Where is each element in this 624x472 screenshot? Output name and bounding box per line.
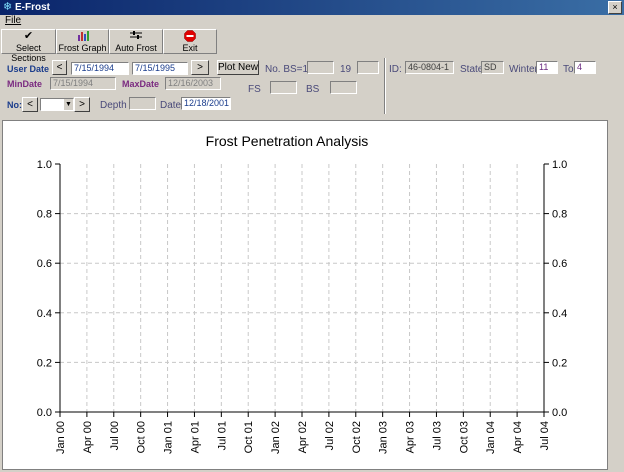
bs-field[interactable] (330, 81, 357, 94)
x-tick-label: Jan 00 (55, 421, 67, 454)
no-bs-label: No. BS=11 (265, 64, 313, 75)
plot-new-button[interactable]: Plot New (217, 60, 259, 75)
y-tick-label-right: 0.6 (552, 258, 567, 270)
x-tick-label: Oct 03 (458, 421, 470, 453)
x-tick-label: Jan 03 (378, 421, 390, 454)
x-tick-label: Apr 00 (82, 421, 94, 453)
x-tick-label: Apr 04 (512, 421, 524, 453)
x-tick-label: Jan 01 (163, 421, 175, 454)
x-tick-label: Oct 01 (243, 421, 255, 453)
depth-label: Depth (100, 100, 127, 111)
frost-chart: Frost Penetration Analysis 0.0 0.0 0.2 0.2 0… (2, 120, 608, 470)
menu-bar: File (0, 15, 624, 28)
y-tick-label-right: 0.0 (552, 407, 567, 419)
app-snowflake-icon: ❄ (3, 1, 13, 13)
to-field[interactable]: 4 (574, 61, 596, 74)
auto-frost-label: Auto Frost (115, 43, 157, 53)
chevron-down-icon[interactable]: ▼ (64, 99, 73, 110)
state-field[interactable]: SD (481, 61, 504, 74)
state-label: State (460, 64, 484, 75)
y-tick-label-left: 0.8 (37, 209, 52, 221)
y-tick-label-left: 0.2 (37, 357, 52, 369)
x-tick-label: Jul 02 (324, 421, 336, 450)
nineteen-field[interactable] (357, 61, 379, 74)
id-field[interactable]: 46-0804-1 (405, 61, 454, 74)
y-tick-label-right: 0.8 (552, 209, 567, 221)
auto-frost-button[interactable]: Auto Frost (109, 29, 163, 54)
frost-graph-label: Frost Graph (58, 43, 107, 53)
user-date-label: User Date (7, 64, 50, 74)
to-label: To (563, 64, 574, 75)
frost-graph-button[interactable]: Frost Graph (56, 29, 109, 54)
close-button[interactable]: × (608, 1, 622, 14)
x-tick-label: Jan 04 (485, 421, 497, 454)
nineteen-label: 19 (340, 64, 352, 75)
depth-field[interactable] (129, 97, 156, 110)
y-tick-label-left: 1.0 (37, 159, 52, 171)
user-date-prev-button[interactable]: < (52, 60, 67, 75)
x-tick-label: Oct 02 (351, 421, 363, 453)
max-date-field[interactable]: 12/16/2003 (165, 77, 221, 90)
no-next-button[interactable]: > (74, 97, 90, 112)
x-tick-label: Jul 04 (539, 421, 551, 450)
fs-field[interactable] (270, 81, 297, 94)
y-tick-label-left: 0.0 (37, 407, 52, 419)
menu-file[interactable]: File (5, 15, 21, 26)
right-gutter (610, 120, 624, 470)
no-prev-button[interactable]: < (22, 97, 38, 112)
date-field[interactable]: 12/18/2001 (181, 97, 231, 110)
x-tick-label: Jul 03 (431, 421, 443, 450)
min-date-label: MinDate (7, 79, 43, 89)
x-tick-label: Jan 02 (270, 421, 282, 454)
x-tick-label: Jul 00 (109, 421, 121, 450)
bar-chart-icon (57, 30, 108, 43)
no-select[interactable]: ▼ (40, 98, 74, 111)
winter-label: Winter (509, 64, 538, 75)
id-label: ID: (389, 64, 402, 75)
sliders-icon (110, 30, 162, 43)
fs-label: FS (248, 84, 261, 95)
title-bar: ❄ E-Frost × (0, 0, 624, 15)
y-tick-label-right: 1.0 (552, 159, 567, 171)
x-tick-label: Oct 00 (136, 421, 148, 453)
stop-icon (164, 30, 216, 43)
exit-label: Exit (182, 43, 198, 53)
select-sections-label: Select Sections (11, 43, 46, 63)
vertical-separator (384, 58, 386, 114)
winter-field[interactable]: 11 (536, 61, 558, 74)
bs-label: BS (306, 84, 320, 95)
user-date-from-field[interactable]: 7/15/1994 (71, 62, 129, 75)
exit-button[interactable]: Exit (163, 29, 217, 54)
user-date-to-field[interactable]: 7/15/1995 (132, 62, 188, 75)
x-tick-label: Apr 03 (405, 421, 417, 453)
max-date-label: MaxDate (122, 79, 160, 89)
checkmark-icon: ✔ (23, 30, 34, 42)
x-tick-label: Apr 02 (297, 421, 309, 453)
y-tick-label-right: 0.2 (552, 357, 567, 369)
y-tick-label-right: 0.4 (552, 308, 567, 320)
y-tick-label-left: 0.6 (37, 258, 52, 270)
user-date-next-button[interactable]: > (191, 60, 209, 75)
date-label: Date (160, 100, 182, 111)
y-tick-label-left: 0.4 (37, 308, 52, 320)
no-bs-field[interactable] (307, 61, 334, 74)
x-tick-label: Jul 01 (216, 421, 228, 450)
select-sections-button[interactable]: ✔ Select Sections (1, 29, 56, 63)
chart-plot: 0.0 0.0 0.2 0.2 0.4 0.4 0.6 0.6 0.8 0.8 1.0 1.0 Jan … (37, 159, 568, 454)
x-tick-label: Apr 01 (189, 421, 201, 453)
no-label: No: (7, 100, 22, 110)
min-date-field[interactable]: 7/15/1994 (50, 77, 116, 90)
window-title: E-Frost (15, 2, 50, 13)
